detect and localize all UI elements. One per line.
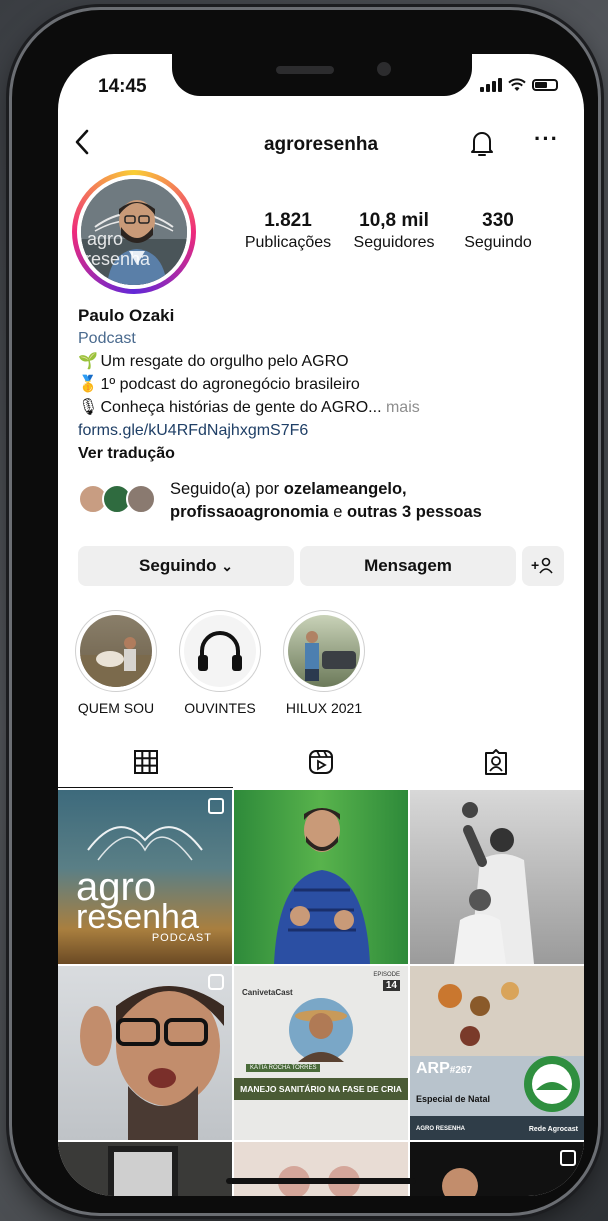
- tab-tagged[interactable]: [408, 736, 583, 788]
- following-stat[interactable]: 330 Seguindo: [454, 210, 542, 252]
- reels-icon: [308, 750, 333, 774]
- grid-icon: [133, 749, 158, 774]
- seedling-icon: 🌱: [78, 353, 98, 370]
- posts-stat[interactable]: 1.821 Publicações: [240, 210, 336, 252]
- app-screen: 14:45 agroresenha ··· agro resenha 1.821…: [58, 54, 584, 1196]
- status-icons: [480, 78, 558, 92]
- post6-guest: Rede Agrocast: [528, 1126, 578, 1133]
- bio-line-2: 🥇 1º podcast do agronegócio brasileiro: [78, 373, 568, 396]
- add-person-icon: +: [531, 557, 553, 574]
- bell-icon[interactable]: [470, 130, 494, 158]
- tagged-person-icon: [484, 749, 507, 775]
- bio-line-3: 🎙 Conheça histórias de gente do AGRO... …: [78, 396, 568, 419]
- profile-tabs: [58, 736, 584, 788]
- grid-post-8[interactable]: [234, 1142, 408, 1196]
- bio-more-link[interactable]: mais: [386, 399, 420, 416]
- highlight-hilux-2021[interactable]: HILUX 2021: [274, 610, 374, 716]
- followers-stat[interactable]: 10,8 mil Seguidores: [344, 210, 444, 252]
- reel-icon: [208, 974, 224, 990]
- post6-subtitle: Especial de Natal: [416, 1094, 491, 1104]
- tab-reels[interactable]: [233, 736, 408, 788]
- phone-notch: [172, 54, 472, 96]
- chevron-down-icon: ⌄: [221, 558, 233, 574]
- post1-title-2: resenha: [76, 898, 199, 936]
- post6-brand: AGRO RESENHA: [416, 1126, 466, 1132]
- svg-text:resenha: resenha: [85, 249, 151, 269]
- home-indicator[interactable]: [226, 1178, 416, 1184]
- battery-icon: [532, 79, 558, 91]
- bio-line-1: 🌱 Um resgate do orgulho pelo AGRO: [78, 350, 568, 373]
- profile-category: Podcast: [78, 330, 136, 347]
- post1-subtitle: PODCAST: [151, 932, 212, 944]
- signal-icon: [480, 78, 502, 92]
- post5-guest-tag: KÁTIA ROCHA TORRES: [246, 1064, 321, 1072]
- message-button[interactable]: Mensagem: [300, 546, 516, 586]
- grid-post-7[interactable]: [58, 1142, 232, 1196]
- grid-post-1[interactable]: agro resenha PODCAST: [58, 790, 232, 964]
- following-button[interactable]: Seguindo ⌄: [78, 546, 294, 586]
- grid-post-6[interactable]: ARP#267 Especial de Natal AGRO RESENHA R…: [410, 966, 584, 1140]
- grid-post-3[interactable]: [410, 790, 584, 964]
- headphones-icon: [198, 631, 242, 671]
- post6-code: ARP#267: [416, 1060, 473, 1077]
- profile-bio: Paulo Ozaki Podcast 🌱 Um resgate do orgu…: [78, 304, 568, 465]
- tab-posts-grid[interactable]: [58, 736, 233, 788]
- svg-text:agro: agro: [87, 229, 123, 249]
- medal-icon: 🥇: [78, 376, 98, 393]
- profile-name: Paulo Ozaki: [78, 306, 175, 325]
- post5-banner: MANEJO SANITÁRIO NA FASE DE CRIA: [234, 1078, 408, 1100]
- translate-link[interactable]: Ver tradução: [78, 442, 568, 465]
- bio-external-link[interactable]: forms.gle/kU4RFdNajhxgmS7F6: [78, 419, 568, 442]
- add-person-button[interactable]: +: [522, 546, 564, 586]
- status-time: 14:45: [98, 76, 147, 97]
- svg-text:+: +: [531, 557, 539, 573]
- profile-header: agroresenha ···: [58, 124, 584, 164]
- grid-post-5[interactable]: CanivetaCast EPISODE 14 KÁTIA ROCHA TORR…: [234, 966, 408, 1140]
- grid-post-4[interactable]: [58, 966, 232, 1140]
- wifi-icon: [508, 78, 526, 91]
- profile-username: agroresenha: [263, 134, 379, 155]
- phone-frame: 14:45 agroresenha ··· agro resenha 1.821…: [12, 10, 598, 1213]
- highlight-quem-sou[interactable]: QUEM SOU: [66, 610, 166, 716]
- followed-by[interactable]: Seguido(a) por ozelameangelo, profissaoa…: [78, 478, 578, 530]
- highlight-ouvintes[interactable]: OUVINTES: [170, 610, 270, 716]
- more-options-icon[interactable]: ···: [534, 126, 559, 152]
- carousel-icon: [560, 1150, 576, 1166]
- grid-post-9[interactable]: [410, 1142, 584, 1196]
- carousel-icon: [208, 798, 224, 814]
- grid-post-2[interactable]: [234, 790, 408, 964]
- follower-avatar: [126, 484, 156, 514]
- microphone-icon: 🎙: [78, 399, 99, 416]
- profile-avatar[interactable]: agro resenha: [72, 170, 196, 294]
